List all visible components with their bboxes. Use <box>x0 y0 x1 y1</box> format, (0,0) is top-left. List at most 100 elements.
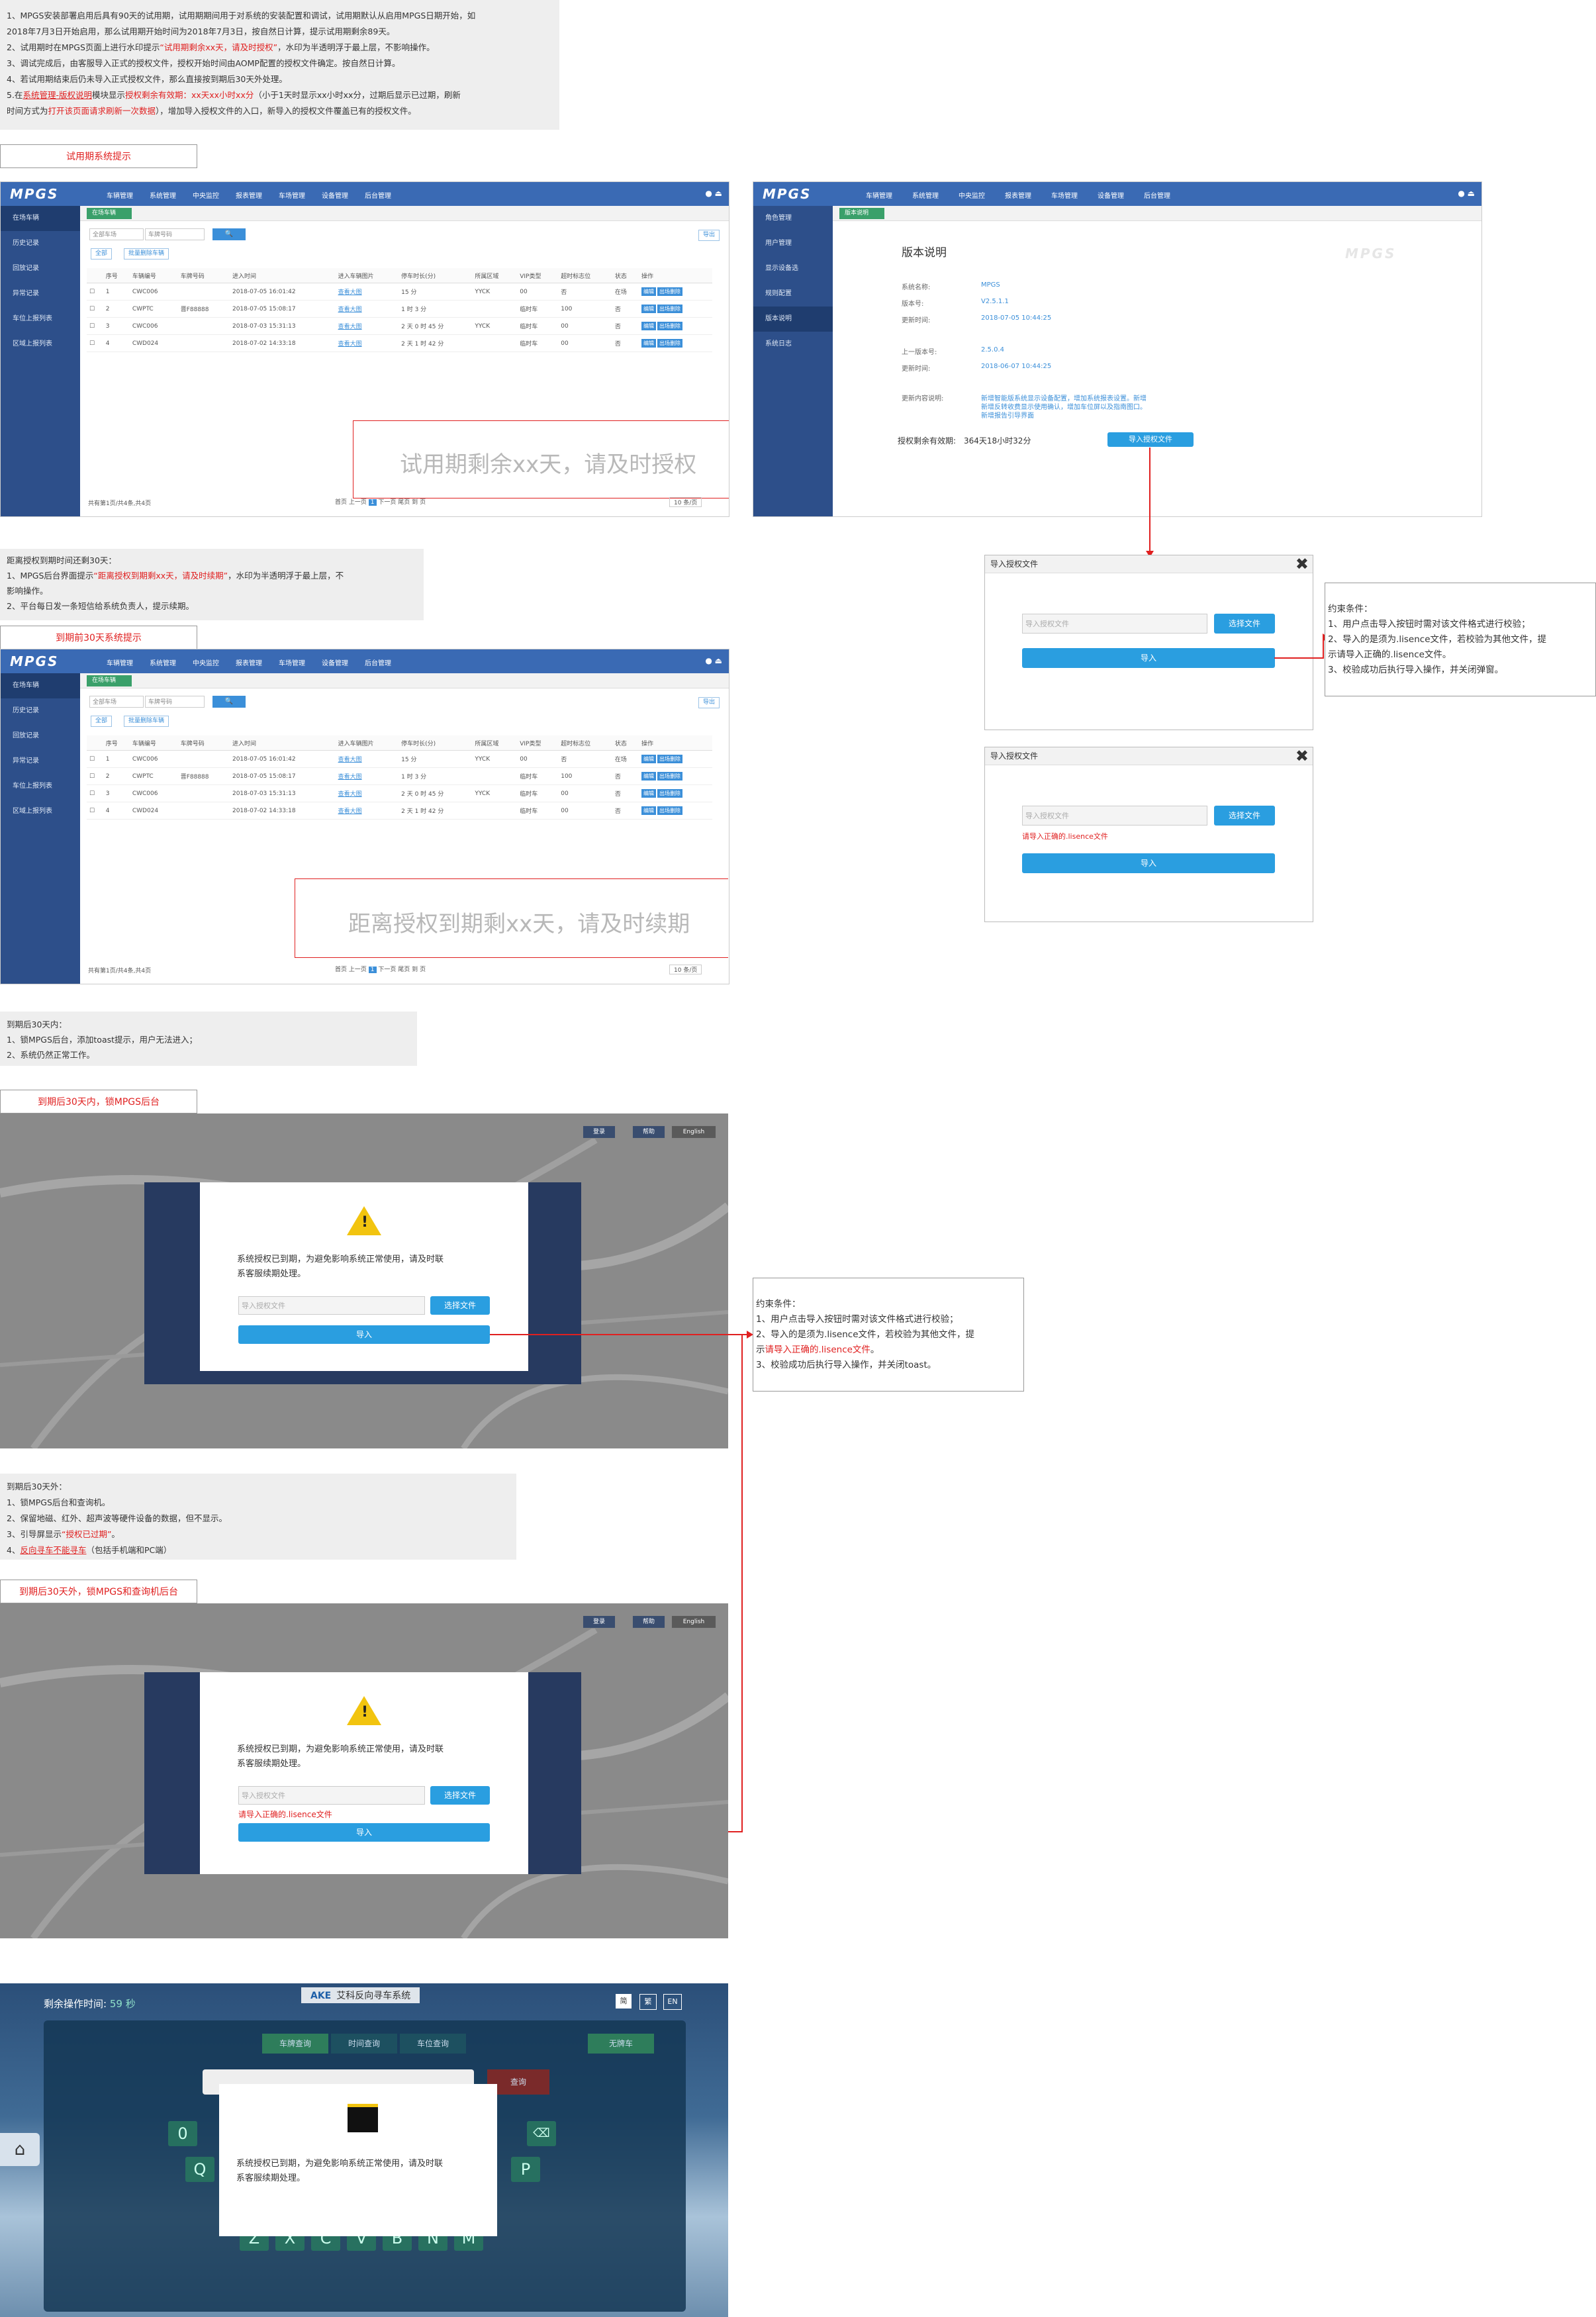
user-icon[interactable]: ● ⏏ <box>1458 189 1475 198</box>
choose-file-button[interactable]: 选择文件 <box>430 1786 490 1805</box>
sidebar-item[interactable]: 用户管理 <box>753 231 833 256</box>
sidebar-item[interactable]: 在场车辆 <box>1 673 80 698</box>
import-submit-button[interactable]: 导入 <box>1022 648 1275 668</box>
import-license-button[interactable]: 导入授权文件 <box>1107 432 1194 447</box>
pager[interactable]: 首页 上一页 1 下一页 尾页 到 页 <box>335 497 426 506</box>
menu-item[interactable]: 车场管理 <box>279 190 305 200</box>
sidebar-item[interactable]: 回放记录 <box>1 724 80 749</box>
sidebar-item[interactable]: 在场车辆 <box>1 206 80 231</box>
license-file-input[interactable]: 导入授权文件 <box>1022 806 1207 826</box>
sidebar-item[interactable]: 显示设备选 <box>753 256 833 281</box>
sidebar-item[interactable]: 车位上报列表 <box>1 307 80 332</box>
search-button[interactable]: 🔍 <box>212 696 246 708</box>
choose-file-button[interactable]: 选择文件 <box>1214 614 1275 634</box>
lang-simplified[interactable]: 简 <box>616 1994 632 2009</box>
tab-plate-query[interactable]: 车牌查询 <box>262 2034 328 2054</box>
table-row[interactable]: ☐ 3 CWC006 2018-07-03 15:31:13 查看大图 2 天 0 时 4… <box>87 317 712 335</box>
batch-delete-button[interactable]: 批量删除车辆 <box>124 248 169 260</box>
login-button[interactable]: 登录 <box>583 1615 616 1629</box>
export-button[interactable]: 导出 <box>698 230 720 241</box>
filter-all-button[interactable]: 全部 <box>91 716 113 727</box>
tab-space-query[interactable]: 车位查询 <box>400 2034 466 2054</box>
pager[interactable]: 首页 上一页 1 下一页 尾页 到 页 <box>335 965 426 973</box>
tab-time-query[interactable]: 时间查询 <box>331 2034 397 2054</box>
import-submit-button[interactable]: 导入 <box>238 1325 490 1344</box>
import-submit-button[interactable]: 导入 <box>238 1823 490 1842</box>
menu-item[interactable]: 设备管理 <box>322 190 348 200</box>
login-button[interactable]: 登录 <box>583 1125 616 1139</box>
license-file-input[interactable]: 导入授权文件 <box>238 1296 425 1315</box>
table-row[interactable]: ☐ 4 CWD024 2018-07-02 14:33:18 查看大图 2 天 1 时 4… <box>87 334 712 352</box>
sidebar-item[interactable]: 系统日志 <box>753 332 833 357</box>
close-icon[interactable]: ✖ <box>1295 555 1309 573</box>
menu-item[interactable]: 中央监控 <box>959 190 985 200</box>
home-icon[interactable]: ⌂ <box>0 2133 40 2166</box>
plate-input[interactable]: 车牌号码 <box>145 696 205 708</box>
table-row[interactable]: ☐ 2 CWPTC 晋F88888 2018-07-05 15:08:17 查看大图 1 时… <box>87 767 712 785</box>
tab-active[interactable]: 版本说明 <box>839 208 885 219</box>
license-file-input[interactable]: 导入授权文件 <box>238 1786 425 1805</box>
choose-file-button[interactable]: 选择文件 <box>430 1296 490 1315</box>
english-button[interactable]: English <box>671 1125 716 1139</box>
menu-item[interactable]: 中央监控 <box>193 657 219 667</box>
menu-item[interactable]: 设备管理 <box>1098 190 1124 200</box>
no-plate-button[interactable]: 无牌车 <box>588 2034 654 2054</box>
export-button[interactable]: 导出 <box>698 697 720 708</box>
key-q[interactable]: Q <box>185 2157 214 2182</box>
menu-item[interactable]: 系统管理 <box>912 190 939 200</box>
menu-item[interactable]: 车场管理 <box>1051 190 1078 200</box>
help-button[interactable]: 帮助 <box>632 1125 665 1139</box>
sidebar-item[interactable]: 区域上报列表 <box>1 799 80 824</box>
user-icon[interactable]: ● ⏏ <box>705 189 722 198</box>
menu-item[interactable]: 报表管理 <box>236 190 262 200</box>
menu-item[interactable]: 系统管理 <box>150 190 176 200</box>
user-icon[interactable]: ● ⏏ <box>705 656 722 665</box>
table-row[interactable]: ☐ 3 CWC006 2018-07-03 15:31:13 查看大图 2 天 0 时 4… <box>87 784 712 802</box>
sidebar-item[interactable]: 规则配置 <box>753 281 833 307</box>
sidebar-item[interactable]: 角色管理 <box>753 206 833 231</box>
menu-item[interactable]: 后台管理 <box>365 190 391 200</box>
help-button[interactable]: 帮助 <box>632 1615 665 1629</box>
menu-item[interactable]: 后台管理 <box>1144 190 1170 200</box>
menu-item[interactable]: 报表管理 <box>236 657 262 667</box>
menu-item[interactable]: 后台管理 <box>365 657 391 667</box>
plate-input[interactable]: 车牌号码 <box>145 228 205 240</box>
filter-all-button[interactable]: 全部 <box>91 248 113 260</box>
key-0[interactable]: 0 <box>168 2121 197 2146</box>
key-p[interactable]: P <box>511 2157 540 2182</box>
import-submit-button[interactable]: 导入 <box>1022 853 1275 873</box>
park-select[interactable]: 全部车场 <box>89 228 144 240</box>
menu-item[interactable]: 系统管理 <box>150 657 176 667</box>
sidebar-item[interactable]: 版本说明 <box>753 307 833 332</box>
menu-item[interactable]: 设备管理 <box>322 657 348 667</box>
sidebar-item[interactable]: 历史记录 <box>1 231 80 256</box>
lang-english[interactable]: EN <box>663 1994 682 2010</box>
tab-active[interactable]: 在场车辆 <box>87 675 132 686</box>
page-size-select[interactable]: 10 条/页 <box>669 965 702 974</box>
batch-delete-button[interactable]: 批量删除车辆 <box>124 716 169 727</box>
menu-item[interactable]: 报表管理 <box>1005 190 1031 200</box>
sidebar-item[interactable]: 回放记录 <box>1 256 80 281</box>
menu-item[interactable]: 车场管理 <box>279 657 305 667</box>
menu-item[interactable]: 中央监控 <box>193 190 219 200</box>
table-row[interactable]: ☐ 1 CWC006 2018-07-05 16:01:42 查看大图 15 分 YYCK 0… <box>87 283 712 301</box>
close-icon[interactable]: ✖ <box>1295 747 1309 765</box>
menu-item[interactable]: 车辆管理 <box>107 657 133 667</box>
sidebar-item[interactable]: 历史记录 <box>1 698 80 724</box>
license-file-input[interactable]: 导入授权文件 <box>1022 614 1207 634</box>
park-select[interactable]: 全部车场 <box>89 696 144 708</box>
table-row[interactable]: ☐ 1 CWC006 2018-07-05 16:01:42 查看大图 15 分 YYCK 0… <box>87 750 712 768</box>
page-size-select[interactable]: 10 条/页 <box>669 497 702 507</box>
menu-item[interactable]: 车辆管理 <box>107 190 133 200</box>
table-row[interactable]: ☐ 4 CWD024 2018-07-02 14:33:18 查看大图 2 天 1 时 4… <box>87 802 712 820</box>
lang-traditional[interactable]: 繁 <box>639 1994 657 2010</box>
search-button[interactable]: 🔍 <box>212 228 246 240</box>
key-backspace[interactable]: ⌫ <box>527 2121 556 2146</box>
sidebar-item[interactable]: 区域上报列表 <box>1 332 80 357</box>
table-row[interactable]: ☐ 2 CWPTC 晋F88888 2018-07-05 15:08:17 查看大图 1 时… <box>87 300 712 318</box>
sidebar-item[interactable]: 异常记录 <box>1 749 80 774</box>
menu-item[interactable]: 车辆管理 <box>866 190 892 200</box>
english-button[interactable]: English <box>671 1615 716 1629</box>
tab-active[interactable]: 在场车辆 <box>87 208 132 219</box>
choose-file-button[interactable]: 选择文件 <box>1214 806 1275 826</box>
